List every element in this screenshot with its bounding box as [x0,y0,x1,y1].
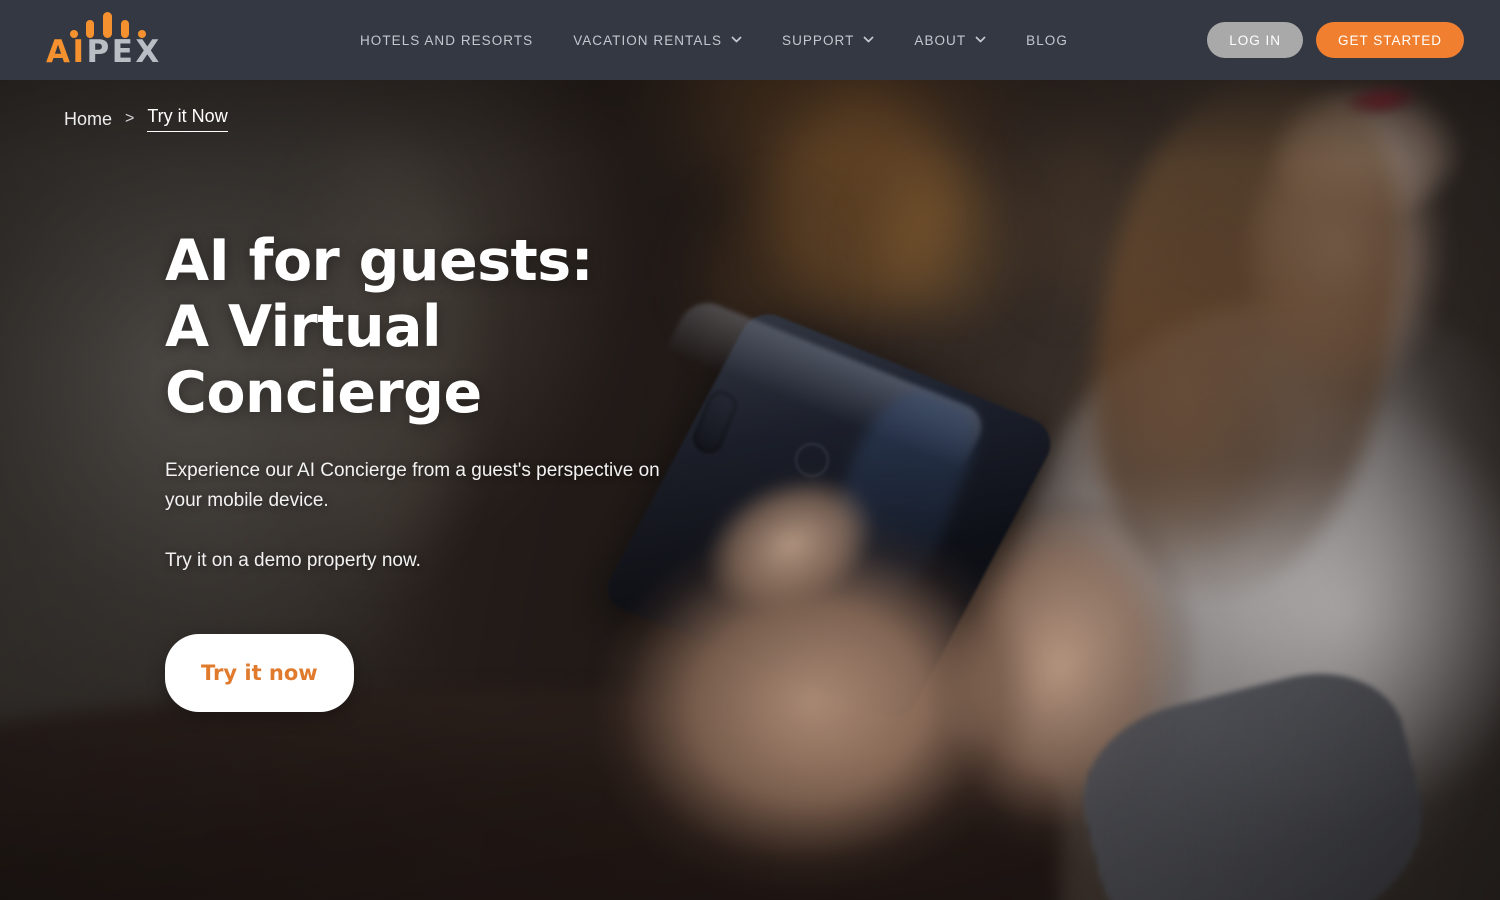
nav-label: SUPPORT [782,32,855,48]
aipex-logo[interactable]: AIPEX [46,12,166,68]
nav-item-about[interactable]: ABOUT [894,0,1006,80]
header-actions: LOG IN GET STARTED [1207,0,1464,80]
page-title-line-2: A Virtual [165,294,442,360]
hero-paragraph-2: Try it on a demo property now. [165,550,421,571]
breadcrumb-item-home[interactable]: Home [64,109,112,130]
log-in-button[interactable]: LOG IN [1207,22,1303,58]
hero-content: AI for guests: A Virtual Concierge Exper… [165,228,785,712]
nav-item-hotels-and-resorts[interactable]: HOTELS AND RESORTS [340,0,553,80]
nav-label: HOTELS AND RESORTS [360,32,534,48]
page-title: AI for guests: A Virtual Concierge [165,228,785,426]
nav-item-vacation-rentals[interactable]: VACATION RENTALS [553,0,762,80]
main-navigation: HOTELS AND RESORTS VACATION RENTALS SUPP… [340,0,1088,80]
page-title-line-3: Concierge [165,360,482,426]
site-header: AIPEX HOTELS AND RESORTS VACATION RENTAL… [0,0,1500,80]
nav-item-support[interactable]: SUPPORT [762,0,894,80]
logo-wordmark: AIPEX [46,36,162,68]
chevron-down-icon [863,34,874,45]
get-started-button[interactable]: GET STARTED [1315,22,1464,58]
nav-label: VACATION RENTALS [573,32,723,48]
page-root: AIPEX HOTELS AND RESORTS VACATION RENTAL… [0,0,1500,900]
logo-wordmark-accent: AI [46,34,87,70]
nav-label: ABOUT [914,32,967,48]
nav-label: BLOG [1026,32,1068,48]
hero-paragraph-1: Experience our AI Concierge from a guest… [165,460,660,511]
logo-wordmark-rest: PEX [86,34,162,70]
try-it-now-button[interactable]: Try it now [165,634,354,712]
breadcrumb-separator: > [125,110,135,127]
chevron-down-icon [731,34,742,45]
page-title-line-1: AI for guests: [165,228,594,294]
breadcrumb: Home > Try it Now [64,106,228,132]
chevron-down-icon [975,34,986,45]
breadcrumb-item-try-it-now[interactable]: Try it Now [147,106,228,132]
nav-item-blog[interactable]: BLOG [1006,0,1088,80]
